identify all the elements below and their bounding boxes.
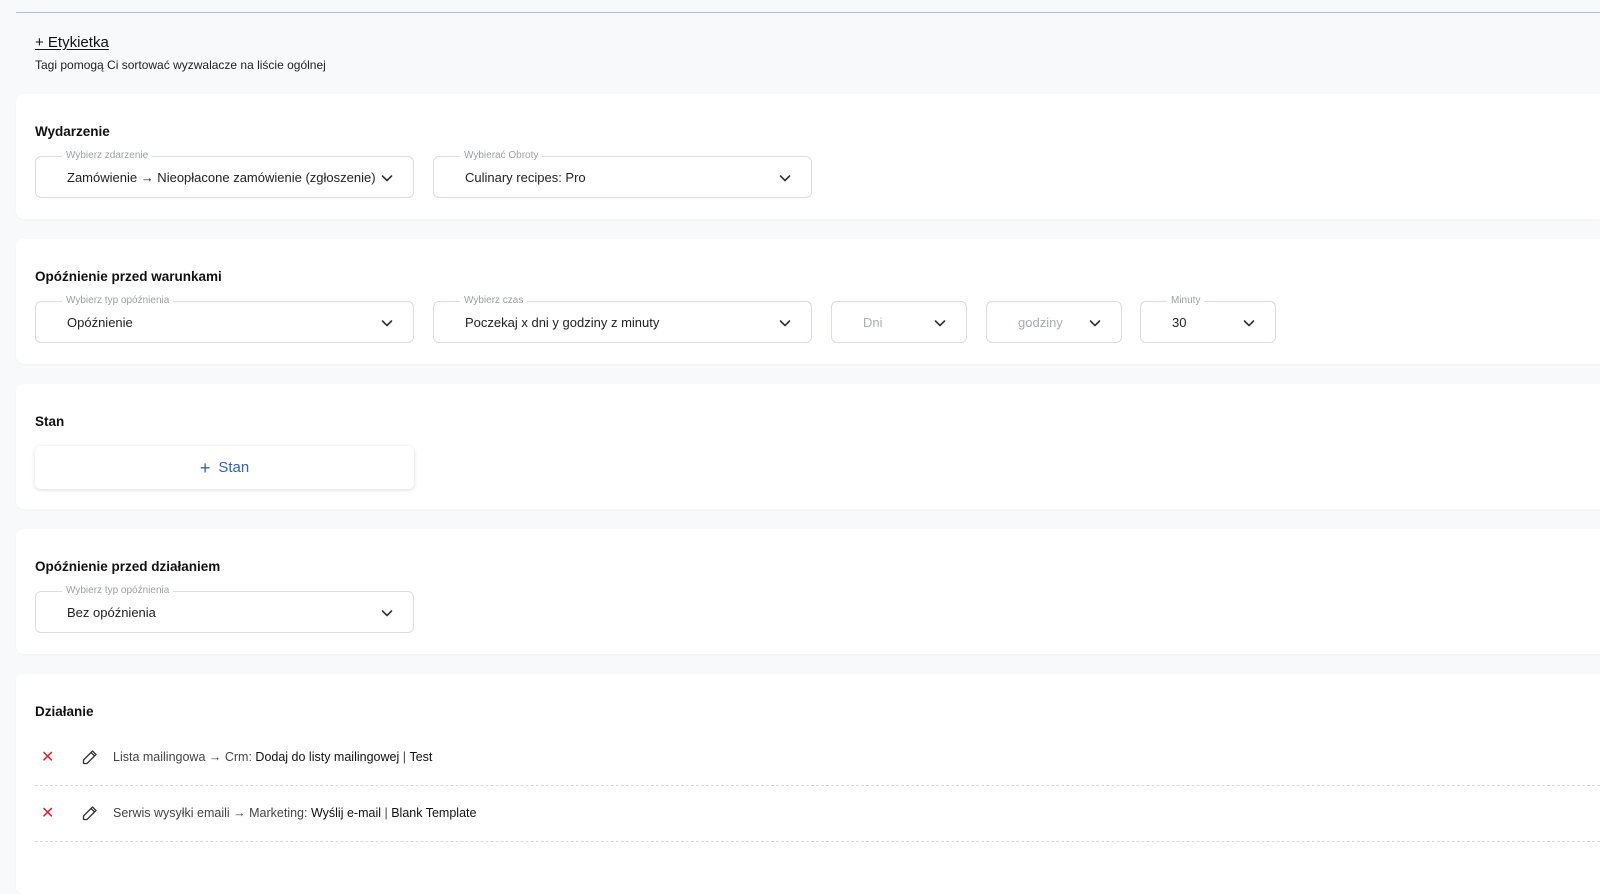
action-name: Dodaj do listy mailingowej bbox=[255, 750, 400, 764]
delay-conditions-title: Opóźnienie przed warunkami bbox=[35, 269, 222, 284]
action-item: ✕ Serwis wysyłki emaili → Marketing: Wyś… bbox=[35, 785, 1600, 842]
action-name: Wyślij e-mail bbox=[310, 806, 381, 820]
add-condition-label: Stan bbox=[218, 459, 250, 476]
tag-section: + Etykietka Tagi pomogą Ci sortować wyzw… bbox=[35, 34, 326, 72]
add-condition-button[interactable]: + Stan bbox=[35, 446, 414, 489]
action-item: ✕ Lista mailingowa → Crm: Dodaj do listy… bbox=[35, 729, 1600, 786]
delay-time-value: Poczekaj x dni y godziny z minuty bbox=[465, 315, 660, 330]
turnover-select-value: Culinary recipes: Pro bbox=[465, 170, 586, 185]
pencil-icon[interactable] bbox=[81, 804, 99, 822]
event-select-value: Zamówienie → Nieopłacone zamówienie (zgł… bbox=[67, 170, 376, 185]
condition-title: Stan bbox=[35, 414, 65, 429]
delay-action-type-select[interactable]: Wybierz typ opóźnienia Bez opóźnienia bbox=[35, 585, 414, 633]
delay-action-type-value: Bez opóźnienia bbox=[67, 605, 156, 620]
hours-select[interactable]: godziny bbox=[986, 301, 1122, 343]
condition-card: Stan + Stan bbox=[16, 384, 1600, 509]
action-desc: Lista mailingowa → Crm: bbox=[113, 750, 252, 764]
event-card: Wydarzenie Wybierz zdarzenie Zamówienie … bbox=[16, 94, 1600, 219]
delay-conditions-card: Opóźnienie przed warunkami Wybierz typ o… bbox=[16, 239, 1600, 364]
hours-placeholder: godziny bbox=[1018, 315, 1063, 330]
close-icon[interactable]: ✕ bbox=[41, 803, 65, 823]
minutes-value: 30 bbox=[1172, 315, 1187, 330]
tag-hint: Tagi pomogą Ci sortować wyzwalacze na li… bbox=[35, 58, 326, 72]
chevron-down-icon bbox=[1089, 320, 1101, 327]
event-select[interactable]: Wybierz zdarzenie Zamówienie → Nieopłaco… bbox=[35, 150, 414, 198]
plus-icon: + bbox=[199, 457, 211, 478]
action-desc: Serwis wysyłki emaili → Marketing: bbox=[113, 806, 308, 820]
delay-action-card: Opóźnienie przed działaniem Wybierz typ … bbox=[16, 529, 1600, 654]
turnover-select[interactable]: Wybierać Obroty Culinary recipes: Pro bbox=[433, 150, 812, 198]
close-icon[interactable]: ✕ bbox=[41, 747, 65, 767]
action-target: Blank Template bbox=[391, 806, 477, 820]
chevron-down-icon bbox=[381, 610, 393, 617]
delay-type-value: Opóźnienie bbox=[67, 315, 133, 330]
chevron-down-icon bbox=[779, 175, 791, 182]
days-select[interactable]: Dni bbox=[831, 301, 967, 343]
delay-time-select[interactable]: Wybierz czas Poczekaj x dni y godziny z … bbox=[433, 295, 812, 343]
pencil-icon[interactable] bbox=[81, 748, 99, 766]
days-placeholder: Dni bbox=[863, 315, 883, 330]
action-separator: | bbox=[384, 806, 388, 820]
chevron-down-icon bbox=[381, 175, 393, 182]
add-tag-link[interactable]: + Etykietka bbox=[35, 34, 109, 51]
minutes-select[interactable]: Minuty 30 bbox=[1140, 295, 1276, 343]
action-title: Działanie bbox=[35, 704, 94, 719]
action-target: Test bbox=[409, 750, 433, 764]
delay-type-select[interactable]: Wybierz typ opóźnienia Opóźnienie bbox=[35, 295, 414, 343]
chevron-down-icon bbox=[381, 320, 393, 327]
event-title: Wydarzenie bbox=[35, 124, 110, 139]
chevron-down-icon bbox=[779, 320, 791, 327]
chevron-down-icon bbox=[1243, 320, 1255, 327]
chevron-down-icon bbox=[934, 320, 946, 327]
delay-action-title: Opóźnienie przed działaniem bbox=[35, 559, 221, 574]
action-separator: | bbox=[402, 750, 406, 764]
top-divider bbox=[16, 12, 1600, 13]
action-card: Działanie ✕ Lista mailingowa → Crm: Doda… bbox=[16, 674, 1600, 894]
